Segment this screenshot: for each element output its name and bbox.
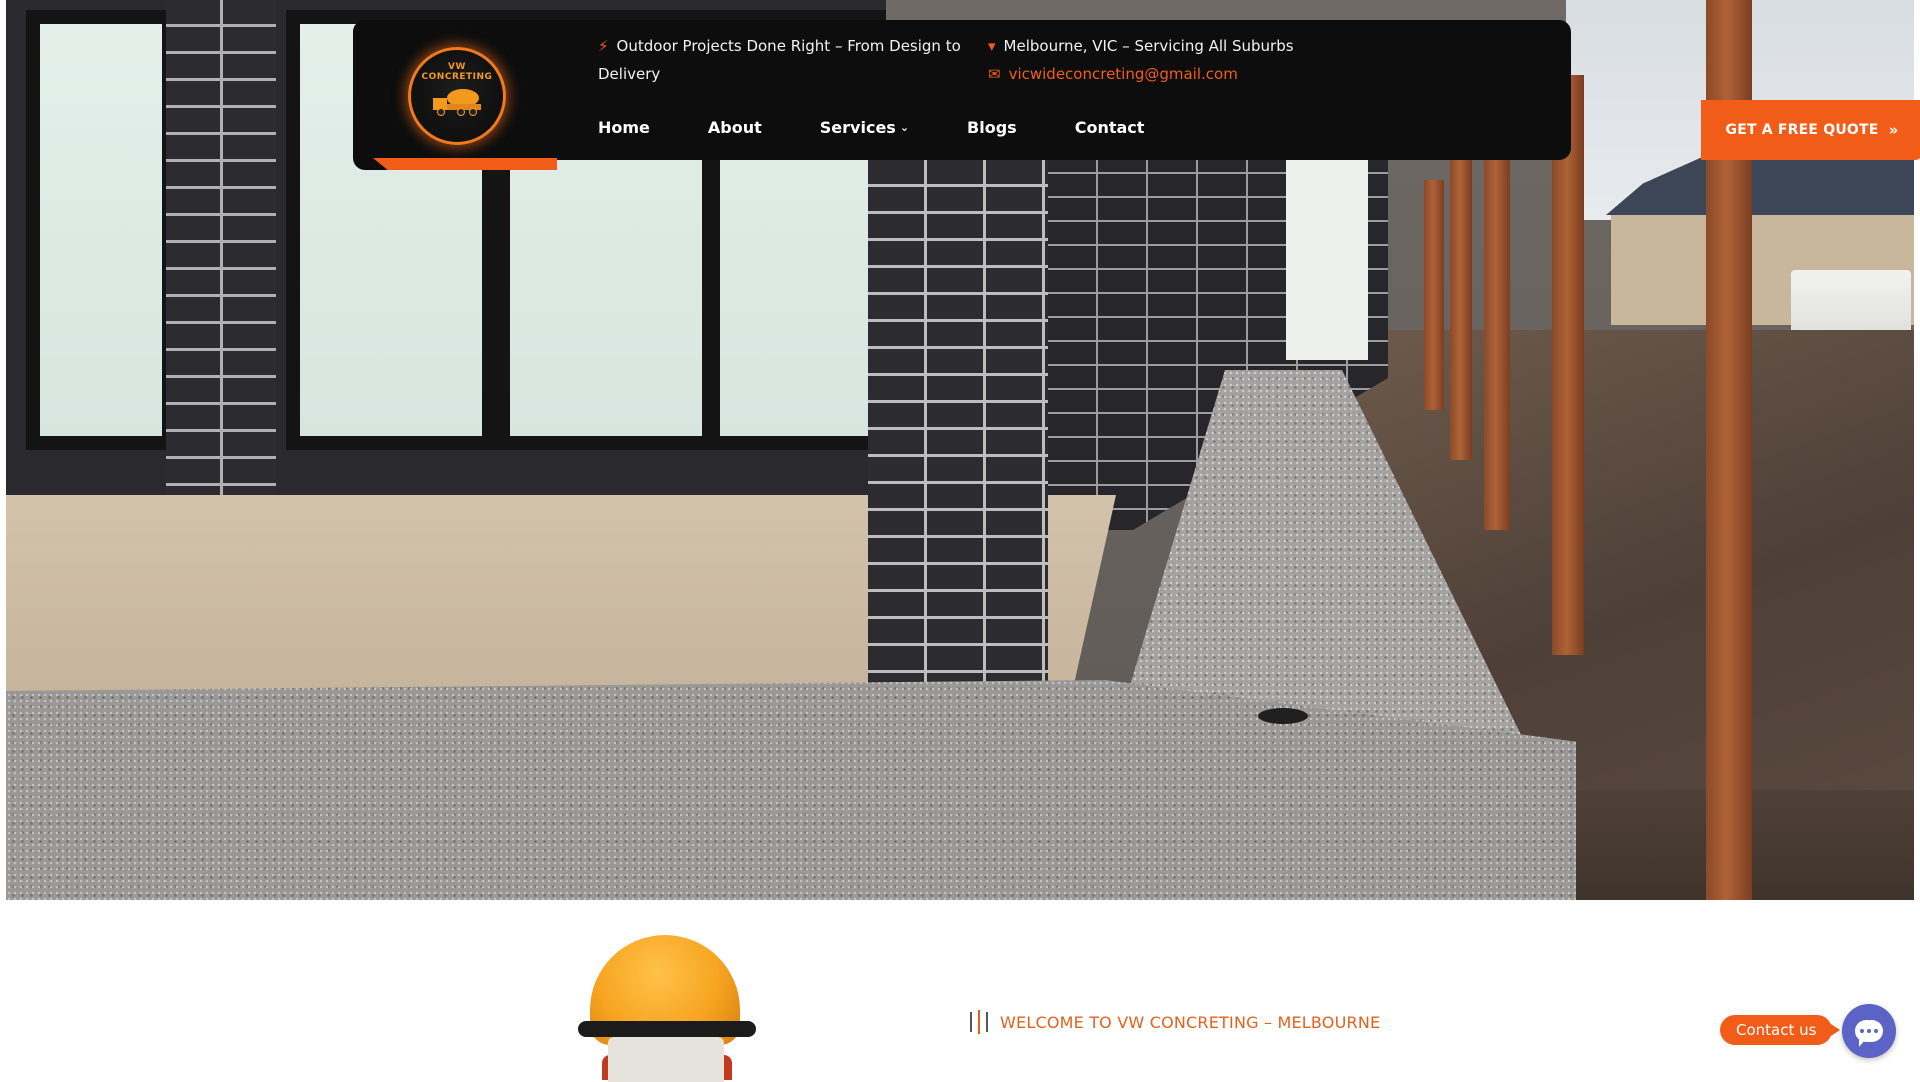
nav-item-label: Services bbox=[819, 118, 896, 137]
hero-timber-post bbox=[1450, 150, 1472, 460]
nav-item-label: Home bbox=[598, 118, 650, 137]
envelope-icon: ✉ bbox=[988, 65, 1001, 83]
chat-button[interactable] bbox=[1842, 1004, 1896, 1058]
map-pin-icon: ▾ bbox=[988, 37, 996, 55]
logo-block: VW CONCRETING bbox=[353, 20, 557, 170]
nav-item-services[interactable]: Services ⌄ bbox=[820, 118, 909, 137]
lines-icon bbox=[970, 1010, 988, 1034]
hero-timber-post bbox=[1424, 180, 1444, 410]
hero-brick-pillar bbox=[166, 0, 276, 500]
chat-label-text: Contact us bbox=[1736, 1021, 1817, 1039]
chat-bubble-icon bbox=[1855, 1020, 1883, 1047]
nav-item-home[interactable]: Home bbox=[598, 118, 650, 137]
tagline-text: Outdoor Projects Done Right – From Desig… bbox=[598, 37, 961, 83]
get-free-quote-button[interactable]: GET A FREE QUOTE » bbox=[1701, 100, 1920, 160]
header-email[interactable]: ✉ vicwideconcreting@gmail.com bbox=[988, 60, 1238, 88]
header-location: ▾ Melbourne, VIC – Servicing All Suburbs bbox=[988, 32, 1294, 60]
hero-brick-column bbox=[868, 160, 1048, 700]
location-text: Melbourne, VIC – Servicing All Suburbs bbox=[1003, 37, 1294, 55]
main-nav: Home About Services ⌄ Blogs Contact bbox=[598, 118, 1202, 137]
logo-text: VW CONCRETING bbox=[421, 62, 493, 82]
logo-accent-bar bbox=[373, 158, 557, 170]
cta-label: GET A FREE QUOTE bbox=[1725, 122, 1879, 138]
hard-hat-face bbox=[608, 1037, 724, 1082]
hero-window bbox=[26, 10, 176, 450]
cement-mixer-truck-icon bbox=[433, 89, 481, 116]
header-tagline: ⚡︎ Outdoor Projects Done Right – From Des… bbox=[598, 32, 968, 88]
nav-item-blogs[interactable]: Blogs bbox=[967, 118, 1017, 137]
hero-timber-post bbox=[1552, 75, 1584, 655]
bolt-icon: ⚡︎ bbox=[598, 37, 609, 55]
double-chevron-right-icon: » bbox=[1888, 121, 1899, 139]
section-eyebrow: WELCOME TO VW CONCRETING – MELBOURNE bbox=[970, 1010, 1381, 1034]
hard-hat-band bbox=[578, 1021, 756, 1037]
chevron-down-icon: ⌄ bbox=[899, 121, 910, 134]
hard-hat-image bbox=[578, 935, 758, 1082]
site-header: VW CONCRETING ⚡︎ Outdoor Projects Done Ri… bbox=[353, 20, 1920, 170]
nav-item-label: Contact bbox=[1074, 118, 1145, 137]
welcome-section bbox=[0, 900, 1920, 1080]
nav-item-label: About bbox=[707, 118, 762, 137]
hero-drain bbox=[1258, 708, 1308, 724]
email-link[interactable]: vicwideconcreting@gmail.com bbox=[1009, 65, 1238, 83]
nav-item-contact[interactable]: Contact bbox=[1075, 118, 1145, 137]
hero-concrete-front-path bbox=[6, 680, 1576, 900]
eyebrow-text: WELCOME TO VW CONCRETING – MELBOURNE bbox=[1000, 1012, 1381, 1032]
nav-item-about[interactable]: About bbox=[708, 118, 762, 137]
hero-timber-post bbox=[1484, 130, 1510, 530]
chat-label[interactable]: Contact us bbox=[1720, 1015, 1841, 1045]
hero-side-door bbox=[1286, 160, 1368, 360]
nav-item-label: Blogs bbox=[967, 118, 1017, 137]
site-logo[interactable]: VW CONCRETING bbox=[408, 47, 506, 145]
